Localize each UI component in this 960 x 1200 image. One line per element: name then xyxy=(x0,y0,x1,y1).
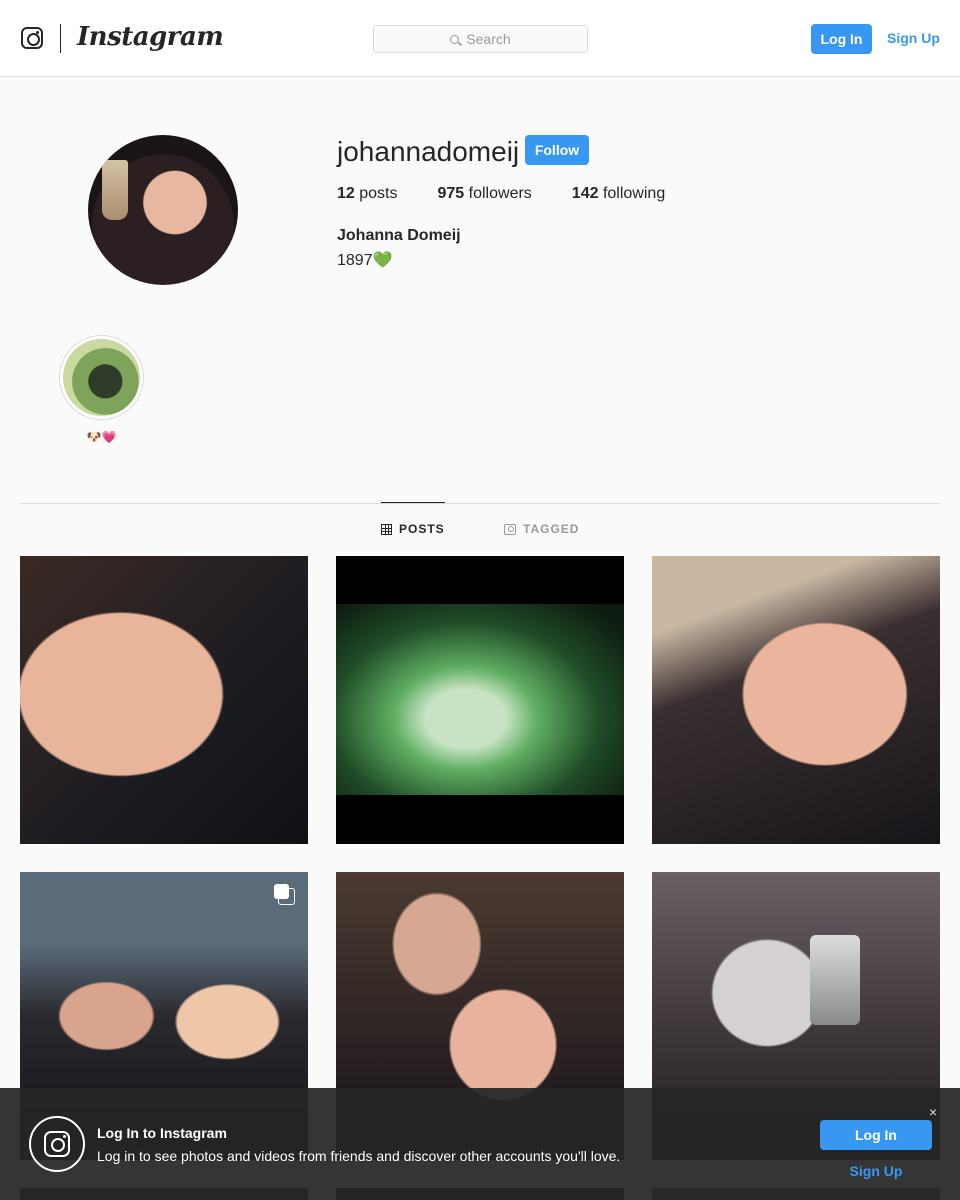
story-highlight-image[interactable] xyxy=(63,339,140,416)
profile-avatar xyxy=(88,135,238,285)
following-stat[interactable]: 142 following xyxy=(572,185,665,203)
following-count: 142 xyxy=(571,185,599,202)
posts-stat: 12 posts xyxy=(337,185,398,203)
search-placeholder: Search xyxy=(466,31,511,47)
post-image-content xyxy=(336,604,624,795)
instagram-wordmark[interactable]: Instagram xyxy=(77,22,224,52)
nav-divider xyxy=(60,24,61,53)
post-image-content xyxy=(810,935,860,1025)
story-highlight-label: 🐶💗 xyxy=(86,430,117,444)
login-prompt-banner xyxy=(0,1088,960,1200)
close-icon[interactable]: × xyxy=(929,1104,937,1120)
profile-bio: 1897💚 xyxy=(337,252,393,269)
login-button[interactable]: Log In xyxy=(811,24,872,54)
banner-instagram-logo xyxy=(29,1116,85,1172)
instagram-glyph-icon xyxy=(44,1131,70,1157)
followers-label: followers xyxy=(468,185,532,202)
profile-full-name: Johanna Domeij xyxy=(337,227,461,244)
banner-signup-link[interactable]: Sign Up xyxy=(820,1163,932,1179)
tabs-divider xyxy=(20,503,940,504)
followers-count: 975 xyxy=(437,185,465,202)
tab-tagged-label: TAGGED xyxy=(523,522,580,536)
following-label: following xyxy=(602,185,666,202)
post-thumbnail[interactable] xyxy=(336,556,624,844)
tab-tagged[interactable]: TAGGED xyxy=(504,522,579,536)
avatar-photo-detail xyxy=(102,160,128,220)
tab-posts[interactable]: POSTS xyxy=(381,522,445,536)
multiple-photos-icon xyxy=(274,884,295,905)
grid-icon xyxy=(381,523,392,535)
follow-button[interactable]: Follow xyxy=(525,135,589,165)
profile-username: johannadomeij xyxy=(337,136,520,167)
banner-title: Log In to Instagram xyxy=(97,1125,227,1141)
post-thumbnail[interactable] xyxy=(652,556,940,844)
search-icon xyxy=(450,34,460,44)
posts-label: posts xyxy=(359,185,398,202)
profile-stats: 12 posts 975 followers 142 following xyxy=(337,185,705,203)
banner-text: Log in to see photos and videos from fri… xyxy=(97,1148,621,1164)
banner-login-button[interactable]: Log In xyxy=(820,1120,932,1150)
followers-stat[interactable]: 975 followers xyxy=(438,185,532,203)
instagram-glyph-icon[interactable] xyxy=(21,27,43,49)
search-input[interactable]: Search xyxy=(373,25,588,53)
top-nav: Instagram Search Log In Sign Up xyxy=(0,0,960,77)
tab-posts-label: POSTS xyxy=(399,522,445,536)
active-tab-indicator xyxy=(381,502,445,503)
posts-count: 12 xyxy=(337,185,355,202)
tagged-icon xyxy=(504,523,516,535)
signup-link[interactable]: Sign Up xyxy=(887,30,940,46)
post-thumbnail[interactable] xyxy=(20,556,308,844)
